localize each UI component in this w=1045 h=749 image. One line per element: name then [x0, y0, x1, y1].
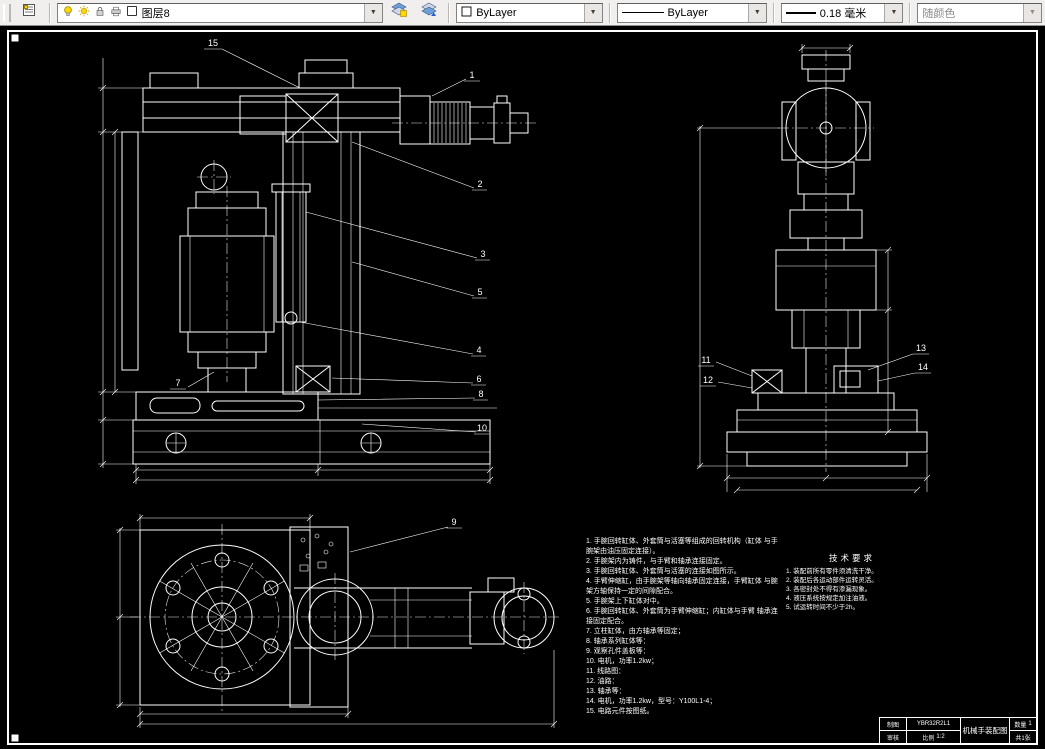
separator — [909, 2, 912, 23]
layer-freeze-sun-icon[interactable] — [78, 5, 90, 20]
title-block-checker-label: 审核 — [880, 731, 906, 743]
callout-13: 13 — [916, 343, 926, 353]
note-line: 1. 手腕回转缸体、外套筒与活塞等组成的回转机构（缸体 与手腕架由油压固定连接）… — [586, 538, 778, 555]
callout-8: 8 — [478, 389, 483, 399]
callout-15: 15 — [208, 38, 218, 48]
layer-combobox[interactable]: 图层8 ▼ — [56, 2, 383, 23]
note-line: 3. 手腕回转缸体、外套筒与活塞的连接如图所示。 — [586, 568, 741, 575]
tech-req-line: 5. 试运转时间不少于2h。 — [786, 604, 859, 611]
note-line: 7. 立柱缸体，由方轴承等固定； — [586, 628, 685, 635]
lineweight-value-label: 0.18 毫米 — [819, 7, 867, 20]
plot-style-dropdown-arrow[interactable]: ▼ — [1022, 3, 1041, 22]
callout-10: 10 — [477, 423, 487, 433]
plan-view-leaders — [349, 526, 462, 553]
note-line: 10. 电机，功率1.2kw； — [586, 658, 658, 665]
technical-requirements-title: 技术要求 — [828, 553, 875, 563]
title-block-maker-label: 制图 — [880, 718, 906, 730]
drawing-canvas[interactable]: 15 1 2 3 5 4 6 8 10 7 11 12 13 14 9 — [0, 0, 1045, 749]
layer-manager-icon — [21, 2, 37, 23]
plan-view — [130, 524, 560, 712]
plot-style-value-label: 随颜色 — [922, 7, 956, 20]
separator — [448, 2, 451, 23]
note-line: 15. 电路元件按图纸。 — [586, 708, 654, 715]
tech-req-line: 2. 装配后各运动部件运转灵活。 — [786, 577, 878, 584]
linetype-sample-icon — [621, 12, 664, 13]
sheet-frame — [7, 30, 1038, 745]
note-line: 4. 手臂伸缩缸，由手腕架等轴向轴承固定连接，手臂缸体 与腕架方轴保持一定的间隙… — [586, 578, 778, 595]
tech-req-line: 4. 液压系统按规定加注油液。 — [786, 595, 872, 602]
front-view-dimensions — [696, 44, 931, 494]
callout-4: 4 — [476, 345, 481, 355]
tech-req-line: 3. 各密封处不得有渗漏现象。 — [786, 586, 872, 593]
lineweight-combobox[interactable]: 0.18 毫米 ▼ — [780, 2, 904, 23]
note-line: 8. 轴承系列缸体等： — [586, 638, 650, 645]
assembly-notes: 1. 手腕回转缸体、外套筒与活塞等组成的回转机构（缸体 与手腕架由油压固定连接）… — [586, 537, 778, 717]
linetype-combobox[interactable]: ByLayer ▼ — [616, 2, 767, 23]
lineweight-sample-icon — [785, 11, 816, 14]
lineweight-dropdown-arrow[interactable]: ▼ — [884, 3, 903, 22]
callout-numbers: 15 1 2 3 5 4 6 8 10 7 11 12 13 14 9 — [175, 38, 928, 527]
layer-plot-icon[interactable] — [110, 5, 122, 20]
callout-12: 12 — [703, 375, 713, 385]
layer-properties-button[interactable] — [15, 0, 43, 25]
color-combobox[interactable]: ByLayer ▼ — [456, 2, 603, 23]
separator — [48, 2, 51, 23]
layer-dropdown-arrow[interactable]: ▼ — [363, 3, 382, 22]
callout-2: 2 — [477, 179, 482, 189]
color-value-label: ByLayer — [476, 6, 517, 19]
layers-stack-icon — [390, 2, 408, 23]
separator — [608, 2, 611, 23]
callout-11: 11 — [701, 355, 710, 365]
plan-view-dimensions — [116, 514, 558, 728]
linetype-value-label: ByLayer — [667, 6, 708, 19]
callout-1: 1 — [469, 70, 474, 80]
toolbar-grip[interactable] — [3, 3, 11, 22]
note-line: 11. 线路图： — [586, 668, 626, 675]
layers-arrow-icon — [420, 2, 438, 23]
note-line: 9. 观察孔件盖板等： — [586, 648, 650, 655]
layer-color-swatch[interactable] — [126, 5, 138, 20]
callout-9: 9 — [451, 517, 456, 527]
side-view — [121, 59, 536, 465]
make-object-layer-current-button[interactable] — [385, 0, 413, 25]
note-line: 2. 手腕架内为铸件，与手臂和轴承连接固定。 — [586, 558, 727, 565]
callout-6: 6 — [476, 374, 481, 384]
layers-toolbar: 图层8 ▼ ByLayer ▼ ByLayer ▼ 0.18 毫米 ▼ 随颜色 … — [0, 0, 1045, 26]
technical-requirements: 技术要求 1. 装配前所有零件须清洗干净。 2. 装配后各运动部件运转灵活。 3. … — [786, 552, 918, 612]
front-view-leaders — [698, 353, 931, 389]
note-line: 13. 轴承等： — [586, 688, 626, 695]
layer-name-label: 图层8 — [141, 7, 170, 20]
title-block-scale: 比例 1:2 — [907, 731, 960, 743]
separator — [772, 2, 775, 23]
linetype-dropdown-arrow[interactable]: ▼ — [747, 3, 766, 22]
note-line: 14. 电机，功率1.2kw，型号：Y100L1-4； — [586, 698, 717, 705]
tech-req-line: 1. 装配前所有零件须清洗干净。 — [786, 568, 878, 575]
front-view — [726, 50, 928, 472]
title-block-drawing-title: 机械手装配图 — [961, 718, 1009, 743]
color-dropdown-arrow[interactable]: ▼ — [583, 3, 602, 22]
title-block-drawing-no: YBR32R2L1 — [907, 718, 960, 730]
callout-7: 7 — [175, 378, 180, 388]
technical-requirements-lines: 1. 装配前所有零件须清洗干净。 2. 装配后各运动部件运转灵活。 3. 各密封处不… — [786, 567, 918, 612]
title-block-qty: 数量 1 — [1010, 718, 1036, 730]
layer-on-bulb-icon[interactable] — [62, 5, 74, 20]
note-line: 6. 手腕回转缸体、外套筒为手臂伸缩缸；内缸体与手臂 轴承连接固定配合。 — [586, 608, 778, 625]
layer-previous-button[interactable] — [415, 0, 443, 25]
title-block: 制图 YBR32R2L1 机械手装配图 数量 1 审核 比例 1:2 共1张 — [879, 717, 1037, 744]
layer-lock-icon[interactable] — [94, 5, 106, 20]
note-line: 12. 油路： — [586, 678, 619, 685]
color-swatch-icon — [461, 6, 472, 20]
title-block-sheet: 共1张 — [1010, 731, 1036, 743]
callout-3: 3 — [480, 249, 485, 259]
note-line: 5. 手腕架上下缸体对中。 — [586, 598, 664, 605]
plot-style-combobox[interactable]: 随颜色 ▼ — [917, 2, 1042, 23]
callout-5: 5 — [477, 287, 482, 297]
callout-14: 14 — [918, 362, 928, 372]
